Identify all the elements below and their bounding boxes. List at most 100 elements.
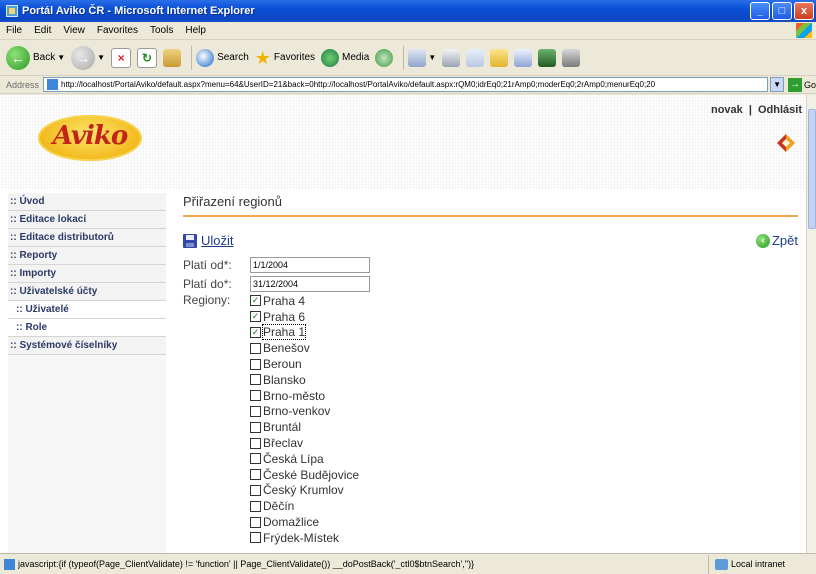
- checkbox[interactable]: [250, 453, 261, 465]
- tools-button[interactable]: [562, 48, 581, 67]
- toolbar-separator: [403, 45, 405, 70]
- messenger-button[interactable]: [514, 48, 533, 67]
- media-button[interactable]: Media: [321, 48, 369, 67]
- checkbox[interactable]: [250, 469, 261, 481]
- checkbox-checked[interactable]: ✓: [250, 311, 261, 323]
- valid-from-input[interactable]: [250, 256, 370, 273]
- region-item[interactable]: ✓ Praha 4: [250, 293, 359, 309]
- menu-view[interactable]: View: [57, 25, 91, 36]
- sidebar-item-uvod[interactable]: :: Úvod: [8, 193, 166, 211]
- region-item[interactable]: Břeclav: [250, 435, 359, 451]
- checkbox-checked[interactable]: ✓: [250, 295, 261, 307]
- valid-to-input[interactable]: [250, 275, 370, 292]
- windows-logo-icon: [796, 23, 812, 38]
- logout-link[interactable]: Odhlásit: [758, 104, 802, 116]
- region-item[interactable]: ✓ Praha 6: [250, 309, 359, 325]
- region-item[interactable]: Beroun: [250, 356, 359, 372]
- region-item[interactable]: Česká Lípa: [250, 451, 359, 467]
- vertical-scrollbar[interactable]: [806, 95, 816, 553]
- save-button[interactable]: Uložit: [183, 233, 234, 248]
- edit-button[interactable]: [466, 48, 485, 67]
- region-item[interactable]: Frýdek-Místek: [250, 530, 359, 546]
- address-dropdown-button[interactable]: ▼: [770, 77, 784, 92]
- checkbox[interactable]: [250, 421, 261, 433]
- scrollbar-thumb[interactable]: [808, 109, 816, 229]
- sidebar-item-role[interactable]: :: Role: [8, 319, 166, 337]
- sidebar-item-importy[interactable]: :: Importy: [8, 265, 166, 283]
- checkbox[interactable]: [250, 405, 261, 417]
- refresh-button[interactable]: ↻: [137, 47, 158, 68]
- menu-tools[interactable]: Tools: [144, 25, 179, 36]
- forward-button[interactable]: → ▼: [71, 45, 105, 70]
- go-arrow-icon: →: [787, 77, 802, 92]
- region-item[interactable]: Benešov: [250, 340, 359, 356]
- window-title-bar[interactable]: Portál Aviko ČR - Microsoft Internet Exp…: [0, 0, 816, 22]
- region-item[interactable]: Brno-město: [250, 388, 359, 404]
- discuss-button[interactable]: [490, 48, 509, 67]
- dropdown-arrow-icon: ▼: [428, 53, 437, 62]
- region-item[interactable]: Brno-venkov: [250, 404, 359, 420]
- sidebar-item-reporty[interactable]: :: Reporty: [8, 247, 166, 265]
- history-button[interactable]: [375, 48, 394, 67]
- stop-icon: ×: [111, 47, 132, 68]
- media-icon: [321, 48, 340, 67]
- stop-button[interactable]: ×: [111, 47, 132, 68]
- mail-button[interactable]: ▼: [408, 48, 437, 67]
- sidebar-item-editace-lokaci[interactable]: :: Editace lokací: [8, 211, 166, 229]
- region-item[interactable]: České Budějovice: [250, 467, 359, 483]
- address-input[interactable]: http://localhost/PortalAviko/default.asp…: [43, 77, 769, 92]
- back-link[interactable]: ‹ Zpět: [755, 233, 798, 248]
- minimize-button[interactable]: _: [750, 2, 770, 20]
- checkbox[interactable]: [250, 437, 261, 449]
- print-button[interactable]: [442, 48, 461, 67]
- toolbar-separator: [191, 45, 193, 70]
- regions-row: Regiony: ✓ Praha 4 ✓ Praha 6 ✓ Praha 1 Bene…: [183, 293, 798, 546]
- menu-favorites[interactable]: Favorites: [91, 25, 144, 36]
- back-label: Zpět: [771, 233, 798, 248]
- region-item[interactable]: Děčín: [250, 498, 359, 514]
- region-item[interactable]: Český Krumlov: [250, 483, 359, 499]
- checkbox[interactable]: [250, 500, 261, 512]
- aviko-logo[interactable]: Aviko: [38, 115, 142, 161]
- valid-to-row: Platí do*:: [183, 274, 798, 293]
- close-button[interactable]: x: [794, 2, 814, 20]
- search-button-label: Search: [217, 52, 249, 63]
- ie-page-icon: [6, 5, 18, 17]
- region-label: České Budějovice: [263, 467, 360, 482]
- page-content: Aviko novak | Odhlásit :: Úvod :: Editac…: [0, 95, 806, 553]
- search-button[interactable]: Search: [196, 48, 249, 67]
- checkbox[interactable]: [250, 390, 261, 402]
- favorites-star-icon: ★: [254, 47, 271, 68]
- favorites-button[interactable]: ★ Favorites: [255, 49, 315, 67]
- research-button[interactable]: [538, 48, 557, 67]
- region-item[interactable]: ✓ Praha 1: [250, 324, 359, 341]
- region-item[interactable]: Domažlice: [250, 514, 359, 530]
- home-button[interactable]: [163, 48, 182, 67]
- sidebar-item-uzivatelske-ucty[interactable]: :: Uživatelské účty: [8, 283, 166, 301]
- maximize-button[interactable]: □: [772, 2, 792, 20]
- checkbox[interactable]: [250, 358, 261, 370]
- region-label: Děčín: [263, 499, 295, 514]
- checkbox[interactable]: [250, 484, 261, 496]
- region-label: Blansko: [263, 372, 306, 387]
- forward-arrow-icon: →: [71, 45, 96, 70]
- region-label: Český Krumlov: [263, 483, 344, 498]
- checkbox[interactable]: [250, 342, 261, 354]
- region-label: Brno-město: [263, 388, 326, 403]
- go-button[interactable]: → Go: [787, 77, 816, 92]
- menu-help[interactable]: Help: [179, 25, 212, 36]
- back-arrow-icon: ‹: [755, 233, 770, 248]
- sidebar-item-systemove-ciselniky[interactable]: :: Systémové číselníky: [8, 337, 166, 355]
- checkbox-checked[interactable]: ✓: [250, 326, 261, 338]
- region-item[interactable]: Bruntál: [250, 419, 359, 435]
- checkbox[interactable]: [250, 516, 261, 528]
- mail-icon: [408, 48, 427, 67]
- checkbox[interactable]: [250, 532, 261, 544]
- sidebar-item-uzivatele[interactable]: :: Uživatelé: [8, 301, 166, 319]
- checkbox[interactable]: [250, 374, 261, 386]
- region-item[interactable]: Blansko: [250, 372, 359, 388]
- back-button[interactable]: ← Back ▼: [6, 45, 65, 70]
- menu-file[interactable]: File: [0, 25, 28, 36]
- menu-edit[interactable]: Edit: [28, 25, 57, 36]
- sidebar-item-editace-distributoru[interactable]: :: Editace distributorů: [8, 229, 166, 247]
